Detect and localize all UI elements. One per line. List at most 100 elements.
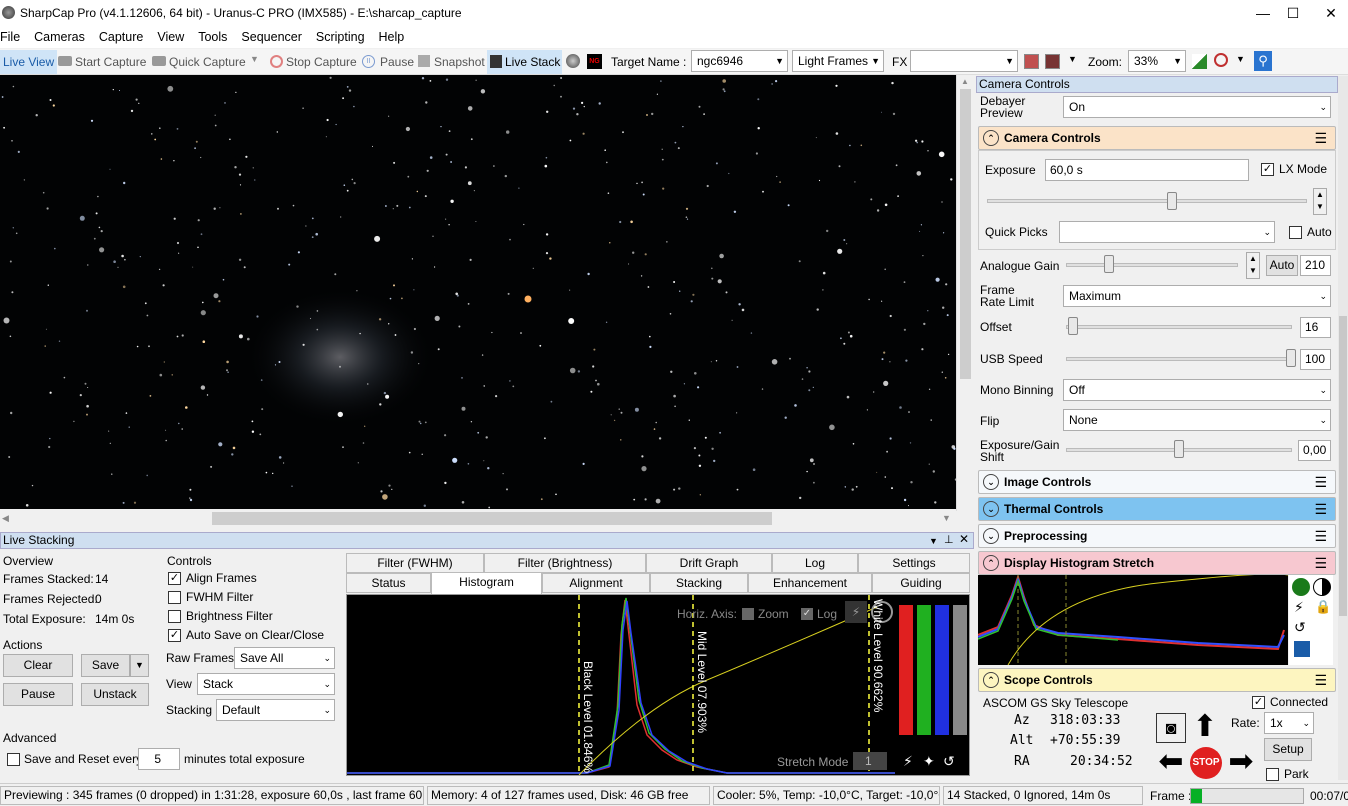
raw-frames-select[interactable]: Save All ⌄ bbox=[234, 647, 335, 669]
fx-select[interactable]: ▼ bbox=[910, 50, 1018, 72]
chevron-up-icon[interactable]: ⌃ bbox=[983, 555, 999, 571]
lock-icon[interactable]: 🔒 bbox=[1315, 599, 1331, 615]
pin-icon[interactable]: ⚲ bbox=[1254, 51, 1272, 71]
zoom-select[interactable]: 33% ▼ bbox=[1128, 50, 1186, 72]
record-icon[interactable] bbox=[1024, 54, 1039, 69]
save-dropdown-button[interactable]: ▼ bbox=[130, 654, 149, 677]
setup-button[interactable]: Setup bbox=[1264, 738, 1312, 761]
save-reset-checkbox[interactable] bbox=[7, 753, 20, 766]
offset-input[interactable]: 16 bbox=[1300, 317, 1331, 338]
zoom-checkbox[interactable] bbox=[742, 608, 754, 620]
refresh-icon[interactable]: ↺ bbox=[943, 753, 955, 770]
live-view-button[interactable]: Live View bbox=[0, 50, 58, 74]
save-button[interactable]: Save bbox=[81, 654, 130, 677]
tab-stacking[interactable]: Stacking bbox=[650, 573, 748, 593]
menu-view[interactable]: View bbox=[151, 26, 192, 48]
tab-status[interactable]: Status bbox=[346, 573, 431, 593]
menu-tools[interactable]: Tools bbox=[192, 26, 235, 48]
tab-log[interactable]: Log bbox=[772, 553, 858, 573]
chevron-down-icon[interactable]: ⌄ bbox=[983, 501, 999, 517]
brightness-filter-checkbox[interactable] bbox=[168, 610, 181, 623]
mono-binning-select[interactable]: Off ⌄ bbox=[1063, 379, 1331, 401]
chevron-left-icon[interactable]: ◀ bbox=[2, 513, 9, 524]
view-select[interactable]: Stack ⌄ bbox=[197, 673, 335, 695]
tab-settings[interactable]: Settings bbox=[858, 553, 970, 573]
stretch-mode-input[interactable]: 1 bbox=[853, 752, 887, 770]
offset-slider[interactable] bbox=[1066, 325, 1292, 329]
chevron-down-icon[interactable]: ▼ bbox=[1236, 54, 1245, 64]
star-icon[interactable]: ✦ bbox=[923, 753, 935, 770]
chevron-down-icon[interactable]: ⌄ bbox=[983, 474, 999, 490]
histogram-icon[interactable] bbox=[1192, 54, 1207, 69]
auto-save-checkbox[interactable]: ✓ bbox=[168, 629, 181, 642]
menu-icon[interactable]: ☰ bbox=[1314, 474, 1327, 491]
chevron-up-icon[interactable]: ▲ bbox=[961, 77, 969, 86]
stack-histogram[interactable]: Horiz. Axis: Zoom ✓ Log ⚡ Black Level 01… bbox=[346, 594, 970, 776]
align-frames-checkbox[interactable]: ✓ bbox=[168, 572, 181, 585]
blue-slider[interactable] bbox=[935, 605, 949, 735]
pin-icon[interactable]: ⊥ bbox=[944, 533, 954, 548]
flip-select[interactable]: None ⌄ bbox=[1063, 409, 1331, 431]
analogue-gain-slider-thumb[interactable] bbox=[1104, 255, 1114, 273]
analogue-gain-auto-button[interactable]: Auto bbox=[1266, 255, 1298, 276]
scope-controls-section[interactable]: ⌃ Scope Controls ☰ bbox=[978, 668, 1336, 692]
fwhm-filter-checkbox[interactable] bbox=[168, 591, 181, 604]
menu-icon[interactable]: ☰ bbox=[1314, 672, 1327, 689]
tab-filter-fwhm[interactable]: Filter (FWHM) bbox=[346, 553, 484, 573]
log-checkbox[interactable]: ✓ bbox=[801, 608, 813, 620]
polar-align-icon[interactable] bbox=[566, 54, 580, 68]
quick-picks-select[interactable]: ⌄ bbox=[1059, 221, 1275, 243]
lx-mode-checkbox[interactable]: ✓ bbox=[1261, 163, 1274, 176]
debayer-preview-select[interactable]: On ⌄ bbox=[1063, 96, 1331, 118]
stacking-select[interactable]: Default ⌄ bbox=[216, 699, 335, 721]
quick-picks-auto-checkbox[interactable] bbox=[1289, 226, 1302, 239]
display-histogram[interactable] bbox=[977, 573, 1289, 666]
lightning-icon[interactable]: ⚡ bbox=[903, 753, 913, 770]
green-slider[interactable] bbox=[917, 605, 931, 735]
analogue-gain-slider[interactable] bbox=[1066, 263, 1238, 267]
no-signal-icon[interactable]: NG bbox=[587, 54, 602, 69]
east-arrow-icon[interactable]: ➡ bbox=[1224, 745, 1258, 779]
tab-filter-brightness[interactable]: Filter (Brightness) bbox=[484, 553, 646, 573]
lightning-icon[interactable]: ⚡ bbox=[1294, 599, 1304, 616]
chevron-down-icon[interactable]: ▼ bbox=[250, 54, 259, 64]
menu-scripting[interactable]: Scripting bbox=[310, 26, 373, 48]
chevron-up-icon[interactable]: ⌃ bbox=[983, 130, 999, 146]
tab-alignment[interactable]: Alignment bbox=[542, 573, 650, 593]
analogue-gain-input[interactable]: 210 bbox=[1300, 255, 1331, 276]
west-arrow-icon[interactable]: ⬅ bbox=[1154, 745, 1188, 779]
snapshot-button[interactable]: Snapshot bbox=[431, 50, 488, 74]
preview-horizontal-scrollbar[interactable]: ◀ ▼ bbox=[0, 509, 956, 529]
analogue-gain-stepper[interactable]: ▲ ▼ bbox=[1246, 252, 1260, 279]
stop-capture-button[interactable]: Stop Capture bbox=[283, 50, 360, 74]
refresh-icon[interactable]: ↺ bbox=[1294, 619, 1306, 636]
menu-icon[interactable]: ☰ bbox=[1314, 501, 1327, 518]
park-checkbox[interactable] bbox=[1266, 768, 1279, 781]
red-slider[interactable] bbox=[899, 605, 913, 735]
thermal-controls-section[interactable]: ⌄ Thermal Controls ☰ bbox=[978, 497, 1336, 521]
tab-guiding[interactable]: Guiding bbox=[872, 573, 970, 593]
contrast-icon[interactable] bbox=[1313, 578, 1331, 596]
exposure-gain-shift-input[interactable]: 0,00 bbox=[1298, 440, 1331, 461]
panel-scrollbar[interactable] bbox=[1338, 76, 1348, 780]
menu-cameras[interactable]: Cameras bbox=[28, 26, 93, 48]
clear-button[interactable]: Clear bbox=[3, 654, 73, 677]
usb-speed-slider-thumb[interactable] bbox=[1286, 349, 1296, 367]
save-icon[interactable] bbox=[1294, 641, 1310, 657]
offset-slider-thumb[interactable] bbox=[1068, 317, 1078, 335]
luminance-slider[interactable] bbox=[953, 605, 967, 735]
exposure-slider[interactable] bbox=[987, 199, 1307, 203]
target-name-input[interactable]: ngc6946 ▼ bbox=[691, 50, 788, 72]
tab-drift-graph[interactable]: Drift Graph bbox=[646, 553, 772, 573]
display-stretch-section[interactable]: ⌃ Display Histogram Stretch ☰ bbox=[978, 551, 1336, 575]
exposure-input[interactable]: 60,0 s bbox=[1045, 159, 1249, 181]
menu-capture[interactable]: Capture bbox=[93, 26, 151, 48]
quick-capture-button[interactable]: Quick Capture bbox=[166, 50, 249, 74]
menu-help[interactable]: Help bbox=[373, 26, 413, 48]
menu-icon[interactable]: ☰ bbox=[1314, 555, 1327, 572]
menu-file[interactable]: File bbox=[0, 26, 28, 48]
reticle-icon[interactable] bbox=[1045, 54, 1060, 69]
stop-button[interactable]: STOP bbox=[1190, 747, 1222, 779]
auto-stretch-icon[interactable]: ⚡ bbox=[845, 601, 867, 623]
focus-icon[interactable] bbox=[1214, 53, 1228, 67]
